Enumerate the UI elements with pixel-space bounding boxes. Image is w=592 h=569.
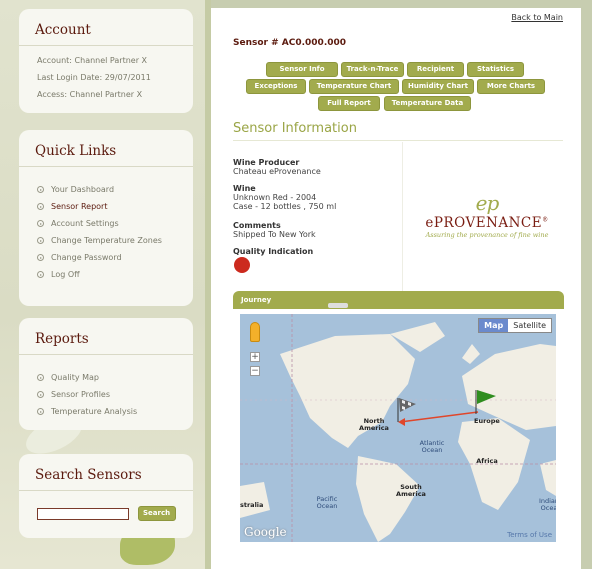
link-sensor-profiles[interactable]: Sensor Profiles xyxy=(37,386,193,403)
comments-field: Comments Shipped To New York xyxy=(233,221,316,239)
tab-temperature-chart[interactable]: Temperature Chart xyxy=(309,79,399,94)
map-type-control: Map Satellite xyxy=(478,318,552,333)
search-title: Search Sensors xyxy=(19,454,193,491)
search-panel: Search Sensors Search xyxy=(19,454,193,538)
search-input[interactable] xyxy=(37,507,129,520)
arrow-right-icon xyxy=(37,254,44,261)
journey-header: Journey xyxy=(233,291,564,309)
quick-links-panel: Quick Links Your Dashboard Sensor Report… xyxy=(19,130,193,306)
resize-handle[interactable] xyxy=(328,303,348,308)
last-login: Last Login Date: 29/07/2011 xyxy=(37,73,151,82)
producer-field: Wine Producer Chateau eProvenance xyxy=(233,158,321,176)
arrow-right-icon xyxy=(37,220,44,227)
label-pacific-ocean: Pacific Ocean xyxy=(316,495,338,510)
wine-label: Wine xyxy=(233,184,256,193)
zoom-control: + − xyxy=(250,352,260,378)
google-logo[interactable]: Google xyxy=(244,525,287,539)
arrow-right-icon xyxy=(37,374,44,381)
world-map xyxy=(240,314,556,542)
link-temperature-analysis[interactable]: Temperature Analysis xyxy=(37,403,193,420)
section-title: Sensor Information xyxy=(233,121,357,136)
logo-name: ePROVENANCE® xyxy=(425,215,549,231)
wine-field: Wine Unknown Red - 2004 Case - 12 bottle… xyxy=(233,184,336,211)
arrow-right-icon xyxy=(37,186,44,193)
wine-value: Unknown Red - 2004 xyxy=(233,193,317,202)
arrow-right-icon xyxy=(37,203,44,210)
logo-tagline: Assuring the provenance of fine wine xyxy=(425,231,549,239)
eprovenance-logo: ep ePROVENANCE® Assuring the provenance … xyxy=(407,191,567,239)
label-south-america: South America xyxy=(396,483,426,498)
tab-recipient[interactable]: Recipient xyxy=(407,62,464,77)
tab-exceptions[interactable]: Exceptions xyxy=(246,79,306,94)
label-indian-ocean: Indian Ocea xyxy=(538,497,556,512)
map-type-map[interactable]: Map xyxy=(479,319,509,332)
tab-more-charts[interactable]: More Charts xyxy=(477,79,545,94)
arrow-right-icon xyxy=(37,271,44,278)
tab-humidity-chart[interactable]: Humidity Chart xyxy=(402,79,474,94)
arrow-right-icon xyxy=(37,408,44,415)
link-account-settings[interactable]: Account Settings xyxy=(37,215,193,232)
logo-mark: ep xyxy=(475,191,500,215)
search-button[interactable]: Search xyxy=(137,506,176,521)
zoom-out-button[interactable]: − xyxy=(250,366,260,376)
tab-full-report[interactable]: Full Report xyxy=(318,96,380,111)
link-change-password[interactable]: Change Password xyxy=(37,249,193,266)
label-australia: stralia xyxy=(240,501,264,509)
tab-track-n-trace[interactable]: Track-n-Trace xyxy=(341,62,404,77)
journey-title: Journey xyxy=(241,296,272,304)
back-to-main-link[interactable]: Back to Main xyxy=(511,13,563,22)
map-type-satellite[interactable]: Satellite xyxy=(508,319,551,332)
comments-value: Shipped To New York xyxy=(233,230,316,239)
quality-label: Quality Indication xyxy=(233,247,314,256)
section-divider xyxy=(233,140,563,141)
link-dashboard[interactable]: Your Dashboard xyxy=(37,181,193,198)
account-name: Account: Channel Partner X xyxy=(37,56,148,65)
label-atlantic-ocean: Atlantic Ocean xyxy=(419,439,445,454)
producer-value: Chateau eProvenance xyxy=(233,167,321,176)
link-sensor-report[interactable]: Sensor Report xyxy=(37,198,193,215)
account-panel: Account Account: Channel Partner X Last … xyxy=(19,9,193,113)
info-divider xyxy=(402,142,403,292)
label-africa: Africa xyxy=(476,457,498,465)
wine-case: Case - 12 bottles , 750 ml xyxy=(233,202,337,211)
link-log-off[interactable]: Log Off xyxy=(37,266,193,283)
main-content: Back to Main Sensor # AC0.000.000 Sensor… xyxy=(211,8,581,569)
label-europe: Europe xyxy=(474,417,500,425)
tab-sensor-info[interactable]: Sensor Info xyxy=(266,62,338,77)
quality-indicator xyxy=(234,257,250,273)
reports-title: Reports xyxy=(19,318,193,355)
account-title: Account xyxy=(19,9,193,46)
producer-label: Wine Producer xyxy=(233,158,300,167)
tab-temperature-data[interactable]: Temperature Data xyxy=(384,96,471,111)
terms-of-use-link[interactable]: Terms of Use xyxy=(507,531,552,539)
tab-statistics[interactable]: Statistics xyxy=(467,62,524,77)
sensor-title: Sensor # AC0.000.000 xyxy=(233,38,347,48)
label-north-america: North America xyxy=(359,417,389,432)
journey-map[interactable]: + − Map Satellite North America Europe A… xyxy=(240,314,556,542)
access-level: Access: Channel Partner X xyxy=(37,90,143,99)
sidebar: Account Account: Channel Partner X Last … xyxy=(0,0,210,569)
link-quality-map[interactable]: Quality Map xyxy=(37,369,193,386)
arrow-right-icon xyxy=(37,237,44,244)
comments-label: Comments xyxy=(233,221,281,230)
link-temperature-zones[interactable]: Change Temperature Zones xyxy=(37,232,193,249)
quality-field: Quality Indication xyxy=(233,247,313,256)
reports-panel: Reports Quality Map Sensor Profiles Temp… xyxy=(19,318,193,430)
street-view-icon[interactable] xyxy=(250,322,260,342)
quick-links-title: Quick Links xyxy=(19,130,193,167)
arrow-right-icon xyxy=(37,391,44,398)
zoom-in-button[interactable]: + xyxy=(250,352,260,362)
